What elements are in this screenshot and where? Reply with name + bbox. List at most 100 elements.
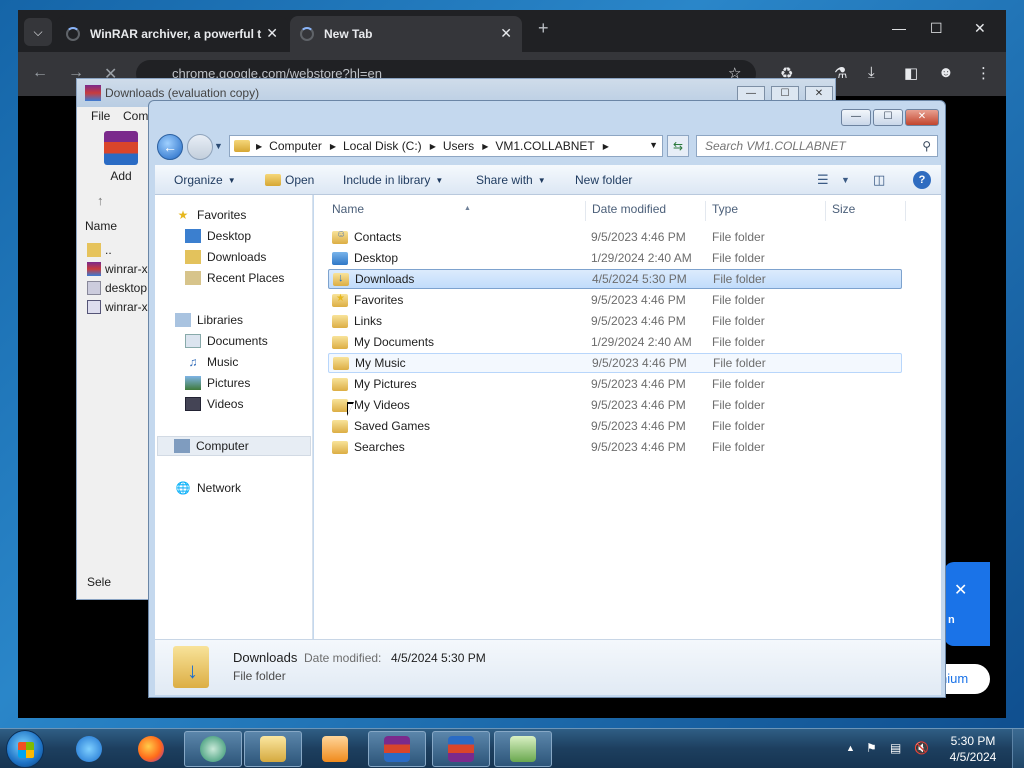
action-center-flag-icon[interactable]: ⚑ [866, 741, 877, 755]
taskbar-explorer[interactable] [244, 731, 302, 767]
taskbar-chrome[interactable] [184, 731, 242, 767]
nav-music[interactable]: ♫ Music [185, 352, 239, 372]
explorer-minimize-icon[interactable]: — [841, 109, 871, 126]
tab-search-chevron-icon[interactable]: ⌵ [24, 18, 52, 46]
change-view-icon[interactable]: ☰ [817, 172, 829, 188]
recent-pages-chevron-icon[interactable]: ▼ [214, 141, 223, 151]
new-folder-button[interactable]: New folder [575, 173, 632, 187]
tab-winrar[interactable]: WinRAR archiver, a powerful t ✕ [56, 16, 288, 52]
column-header-name[interactable]: Name ▲ [328, 201, 586, 221]
breadcrumb-user-folder[interactable]: ▶ VM1.COLLABNET [482, 139, 595, 153]
list-item[interactable]: winrar-x [87, 298, 148, 316]
maximize-icon[interactable]: ☐ [930, 20, 943, 37]
share-with-button[interactable]: Share with ▼ [476, 173, 546, 187]
profile-avatar-icon[interactable]: ☻ [938, 64, 954, 81]
taskbar-winrar-installer[interactable] [432, 731, 490, 767]
breadcrumb-subfolder-chevron[interactable]: ▶ [603, 142, 616, 151]
list-item[interactable]: winrar-x [87, 260, 148, 278]
taskbar-notepad[interactable] [494, 731, 552, 767]
back-arrow-icon[interactable]: ← [32, 64, 48, 82]
column-header-date[interactable]: Date modified [588, 201, 706, 221]
address-dropdown-icon[interactable]: ▼ [649, 140, 658, 150]
nav-videos[interactable]: Videos [185, 394, 243, 414]
breadcrumb-computer[interactable]: ▶ Computer [256, 139, 322, 153]
forward-button[interactable] [187, 134, 213, 160]
taskbar-winrar[interactable] [368, 731, 426, 767]
downloads-folder-large-icon [173, 646, 209, 688]
table-row[interactable]: My Documents 1/29/2024 2:40 AM File folder [328, 332, 902, 352]
nav-downloads[interactable]: Downloads [185, 247, 266, 267]
nav-documents[interactable]: Documents [185, 331, 268, 351]
help-icon[interactable]: ? [913, 171, 931, 189]
back-button[interactable]: ← [157, 134, 183, 160]
table-row[interactable]: Saved Games 9/5/2023 4:46 PM File folder [328, 416, 902, 436]
chevron-right-icon: ▶ [429, 141, 436, 151]
nav-desktop[interactable]: Desktop [185, 226, 251, 246]
winrar-add-button[interactable]: Add [101, 131, 141, 183]
table-row[interactable]: My Pictures 9/5/2023 4:46 PM File folder [328, 374, 902, 394]
nav-libraries[interactable]: Libraries [175, 310, 243, 330]
tab-close-icon[interactable]: ✕ [500, 25, 512, 42]
taskbar-firefox[interactable] [122, 731, 180, 767]
winrar-menu-file[interactable]: File [91, 109, 110, 123]
downloads-icon [185, 250, 201, 264]
close-window-icon[interactable]: ✕ [974, 20, 986, 37]
breadcrumb[interactable]: ▶ Computer ▶ Local Disk (C:) ▶ Users ▶ VM1.C… [229, 135, 663, 157]
loading-spinner-icon [66, 27, 80, 41]
promo-close-icon[interactable]: ✕ [954, 580, 967, 600]
winrar-column-name[interactable]: Name [85, 219, 145, 233]
explorer-close-icon[interactable]: ✕ [905, 109, 939, 126]
show-desktop-button[interactable] [1012, 729, 1024, 768]
breadcrumb-users[interactable]: ▶ Users [430, 139, 475, 153]
refresh-icon[interactable]: ⇆ [667, 135, 689, 157]
nav-favorites[interactable]: ★ Favorites [175, 205, 247, 225]
table-row[interactable]: Desktop 1/29/2024 2:40 AM File folder [328, 248, 902, 268]
explorer-maximize-icon[interactable]: ☐ [873, 109, 903, 126]
up-folder-arrow-icon[interactable]: ↑ [97, 193, 104, 208]
search-field[interactable]: ⚲ [696, 135, 938, 157]
search-input[interactable] [705, 136, 915, 156]
show-hidden-icons-chevron-icon[interactable]: ▲ [846, 743, 855, 753]
nav-pictures[interactable]: Pictures [185, 373, 250, 393]
download-icon[interactable]: ⤓ [868, 64, 875, 81]
table-row-selected[interactable]: Downloads4/5/2024 5:30 PMFile folder [328, 269, 902, 289]
table-row[interactable]: Contacts9/5/2023 4:46 PMFile folder [328, 227, 902, 247]
winrar-menu-commands[interactable]: Com [123, 109, 148, 123]
breadcrumb-local-disk[interactable]: ▶ Local Disk (C:) [330, 139, 422, 153]
include-in-library-button[interactable]: Include in library ▼ [343, 173, 443, 187]
table-row[interactable]: Searches 9/5/2023 4:46 PM File folder [328, 437, 902, 457]
new-tab-plus-icon[interactable]: + [538, 18, 549, 39]
browser-icon [200, 736, 226, 762]
table-row-hovered[interactable]: My Music 9/5/2023 4:46 PM File folder [328, 353, 902, 373]
table-row[interactable]: Links 9/5/2023 4:46 PM File folder [328, 311, 902, 331]
system-clock[interactable]: 5:30 PM 4/5/2024 [946, 733, 1000, 765]
taskbar-media-player[interactable] [306, 731, 364, 767]
list-item[interactable]: desktop [87, 279, 147, 297]
lab-flask-icon[interactable]: ⚗ [834, 64, 847, 82]
open-button[interactable]: Open [265, 173, 314, 187]
list-item[interactable]: .. [87, 241, 112, 259]
search-icon[interactable]: ⚲ [922, 139, 931, 153]
view-options-chevron-icon[interactable]: ▼ [841, 175, 850, 185]
organize-button[interactable]: Organize ▼ [174, 173, 236, 187]
table-row[interactable]: My Videos 9/5/2023 4:46 PM File folder [328, 395, 902, 415]
column-header-size[interactable]: Size [828, 201, 906, 221]
network-icon[interactable]: ▤ [890, 741, 901, 755]
recent-places-icon [185, 271, 201, 285]
table-row[interactable]: Favorites9/5/2023 4:46 PMFile folder [328, 290, 902, 310]
more-menu-icon[interactable]: ⋮ [976, 64, 991, 82]
minimize-icon[interactable]: — [892, 20, 906, 36]
nav-recent-places[interactable]: Recent Places [185, 268, 284, 288]
side-panel-icon[interactable]: ◧ [904, 64, 918, 82]
nav-network[interactable]: 🌐 Network [175, 478, 242, 498]
column-header-type[interactable]: Type [708, 201, 826, 221]
details-name: Downloads [233, 650, 298, 665]
volume-muted-icon[interactable]: 🔇 [914, 741, 929, 755]
start-button[interactable] [6, 730, 44, 768]
preview-pane-icon[interactable]: ◫ [873, 172, 885, 188]
nav-computer[interactable]: Computer [157, 436, 311, 456]
loading-spinner-icon [300, 27, 314, 41]
taskbar-internet-explorer[interactable] [60, 731, 118, 767]
tab-new-tab[interactable]: New Tab ✕ [290, 16, 522, 52]
tab-close-icon[interactable]: ✕ [266, 25, 278, 42]
